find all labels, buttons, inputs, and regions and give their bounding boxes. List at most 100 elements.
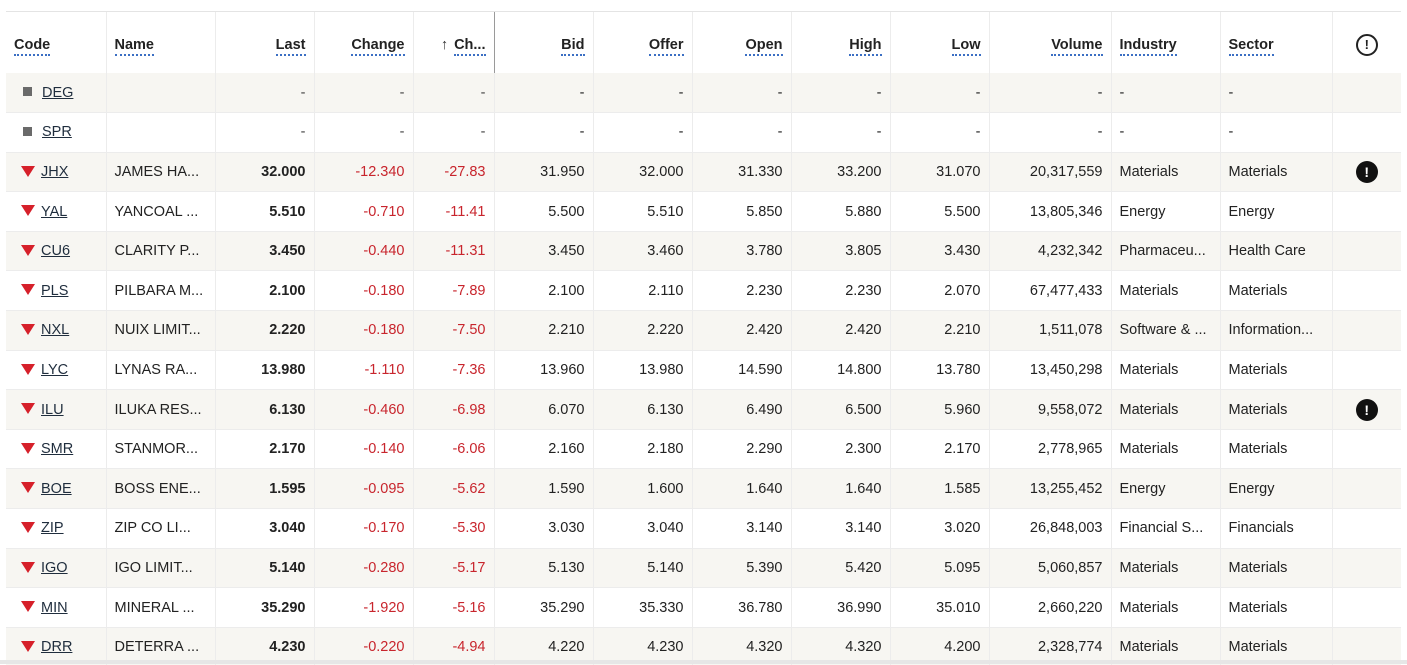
code-link[interactable]: DRR — [41, 639, 72, 655]
col-header-volume[interactable]: Volume — [989, 12, 1112, 73]
cell-sector: Materials — [1220, 270, 1333, 311]
table-row[interactable]: DEG - - - - - - - - - - - — [6, 73, 1401, 113]
cell-code: ILU — [6, 389, 107, 430]
cell-alert[interactable]: ! — [1332, 389, 1401, 430]
cell-bid: 2.160 — [494, 429, 594, 469]
cell-name: JAMES HA... — [106, 152, 216, 192]
cell-open: 1.640 — [692, 468, 792, 509]
cell-low: 13.780 — [890, 350, 990, 390]
code-link[interactable]: PLS — [41, 283, 68, 299]
cell-code: LYC — [6, 350, 107, 390]
cell-alert[interactable]: ! — [1332, 152, 1401, 192]
cell-last: - — [215, 73, 315, 113]
cell-offer: - — [593, 112, 693, 153]
cell-open: 6.490 — [692, 389, 792, 430]
cell-offer: 5.510 — [593, 191, 693, 232]
cell-low: 2.070 — [890, 270, 990, 311]
cell-code: SMR — [6, 429, 107, 469]
table-row[interactable]: ZIP ZIP CO LI... 3.040 -0.170 -5.30 3.030 3.04… — [6, 508, 1401, 549]
col-header-high[interactable]: High — [791, 12, 891, 73]
col-header-name[interactable]: Name — [106, 12, 216, 73]
cell-change-percent: -7.89 — [413, 270, 495, 311]
cell-offer: 2.180 — [593, 429, 693, 469]
col-header-change-percent[interactable]: ↑ Ch... — [412, 12, 495, 73]
down-triangle-icon — [21, 165, 35, 177]
cell-bid: 31.950 — [494, 152, 594, 192]
col-header-low[interactable]: Low — [890, 12, 990, 73]
down-triangle-icon — [21, 244, 35, 256]
table-row[interactable]: YAL YANCOAL ... 5.510 -0.710 -11.41 5.500 5.51… — [6, 191, 1401, 232]
cell-change-percent: -6.06 — [413, 429, 495, 469]
table-row[interactable]: CU6 CLARITY P... 3.450 -0.440 -11.31 3.450 3.4… — [6, 231, 1401, 271]
cell-offer: - — [593, 73, 693, 113]
horizontal-scrollbar[interactable] — [0, 660, 1407, 664]
cell-volume: - — [989, 73, 1112, 113]
code-link[interactable]: IGO — [41, 560, 68, 576]
table-header-row: Code Name Last Change ↑ Ch... Bid Offer O… — [6, 12, 1401, 73]
code-link[interactable]: LYC — [41, 362, 68, 378]
col-header-code[interactable]: Code — [6, 12, 107, 73]
cell-bid: 1.590 — [494, 468, 594, 509]
col-header-open[interactable]: Open — [692, 12, 792, 73]
cell-name: MINERAL ... — [106, 587, 216, 628]
cell-high: 6.500 — [791, 389, 891, 430]
alert-icon[interactable]: ! — [1355, 398, 1378, 421]
cell-volume: 13,450,298 — [989, 350, 1112, 390]
cell-change-percent: -5.62 — [413, 468, 495, 509]
cell-offer: 6.130 — [593, 389, 693, 430]
alert-icon[interactable]: ! — [1355, 160, 1378, 183]
down-triangle-icon — [21, 205, 35, 217]
cell-industry: Pharmaceu... — [1111, 231, 1221, 271]
cell-industry: Materials — [1111, 152, 1221, 192]
table-row[interactable]: BOE BOSS ENE... 1.595 -0.095 -5.62 1.590 1.600… — [6, 468, 1401, 509]
col-header-bid[interactable]: Bid — [494, 12, 594, 73]
col-header-change[interactable]: Change — [314, 12, 414, 73]
code-link[interactable]: CU6 — [41, 243, 70, 259]
col-header-offer[interactable]: Offer — [593, 12, 693, 73]
cell-change-percent: -11.31 — [413, 231, 495, 271]
code-link[interactable]: JHX — [41, 164, 68, 180]
cell-change: -0.710 — [314, 191, 414, 232]
table-row[interactable]: ILU ILUKA RES... 6.130 -0.460 -6.98 6.070 6.13… — [6, 389, 1401, 430]
cell-code: DEG — [6, 73, 107, 113]
code-link[interactable]: ZIP — [41, 520, 64, 536]
cell-sector: Information... — [1220, 310, 1333, 351]
cell-last: 5.140 — [215, 548, 315, 588]
cell-change: -12.340 — [314, 152, 414, 192]
cell-volume: 4,232,342 — [989, 231, 1112, 271]
code-link[interactable]: NXL — [41, 322, 69, 338]
code-link[interactable]: YAL — [41, 204, 67, 220]
col-header-sector[interactable]: Sector — [1220, 12, 1333, 73]
cell-bid: - — [494, 73, 594, 113]
code-link[interactable]: DEG — [42, 85, 73, 101]
cell-code: MIN — [6, 587, 107, 628]
cell-offer: 3.460 — [593, 231, 693, 271]
col-header-alerts[interactable]: ! — [1332, 12, 1401, 73]
cell-change-percent: - — [413, 112, 495, 153]
table-row[interactable]: IGO IGO LIMIT... 5.140 -0.280 -5.17 5.130 5.14… — [6, 548, 1401, 588]
down-triangle-icon — [21, 363, 35, 375]
table-row[interactable]: SMR STANMOR... 2.170 -0.140 -6.06 2.160 2.180 2… — [6, 429, 1401, 469]
code-link[interactable]: ILU — [41, 402, 64, 418]
table-row[interactable]: JHX JAMES HA... 32.000 -12.340 -27.83 31.950 3… — [6, 152, 1401, 192]
code-link[interactable]: SMR — [41, 441, 73, 457]
cell-name: YANCOAL ... — [106, 191, 216, 232]
col-header-last[interactable]: Last — [215, 12, 315, 73]
col-header-industry[interactable]: Industry — [1111, 12, 1221, 73]
code-link[interactable]: BOE — [41, 481, 72, 497]
cell-sector: Financials — [1220, 508, 1333, 549]
table-row[interactable]: NXL NUIX LIMIT... 2.220 -0.180 -7.50 2.210 2.2… — [6, 310, 1401, 351]
cell-industry: Materials — [1111, 587, 1221, 628]
cell-alert — [1332, 112, 1401, 153]
cell-high: 2.300 — [791, 429, 891, 469]
code-link[interactable]: MIN — [41, 600, 68, 616]
cell-volume: 13,255,452 — [989, 468, 1112, 509]
code-link[interactable]: SPR — [42, 124, 72, 140]
table-row[interactable]: SPR - - - - - - - - - - - — [6, 112, 1401, 153]
cell-bid: 13.960 — [494, 350, 594, 390]
cell-high: 14.800 — [791, 350, 891, 390]
table-row[interactable]: MIN MINERAL ... 35.290 -1.920 -5.16 35.290 35.… — [6, 587, 1401, 628]
table-row[interactable]: PLS PILBARA M... 2.100 -0.180 -7.89 2.100 2.11… — [6, 270, 1401, 311]
table-row[interactable]: LYC LYNAS RA... 13.980 -1.110 -7.36 13.960 13.… — [6, 350, 1401, 390]
cell-high: 2.230 — [791, 270, 891, 311]
